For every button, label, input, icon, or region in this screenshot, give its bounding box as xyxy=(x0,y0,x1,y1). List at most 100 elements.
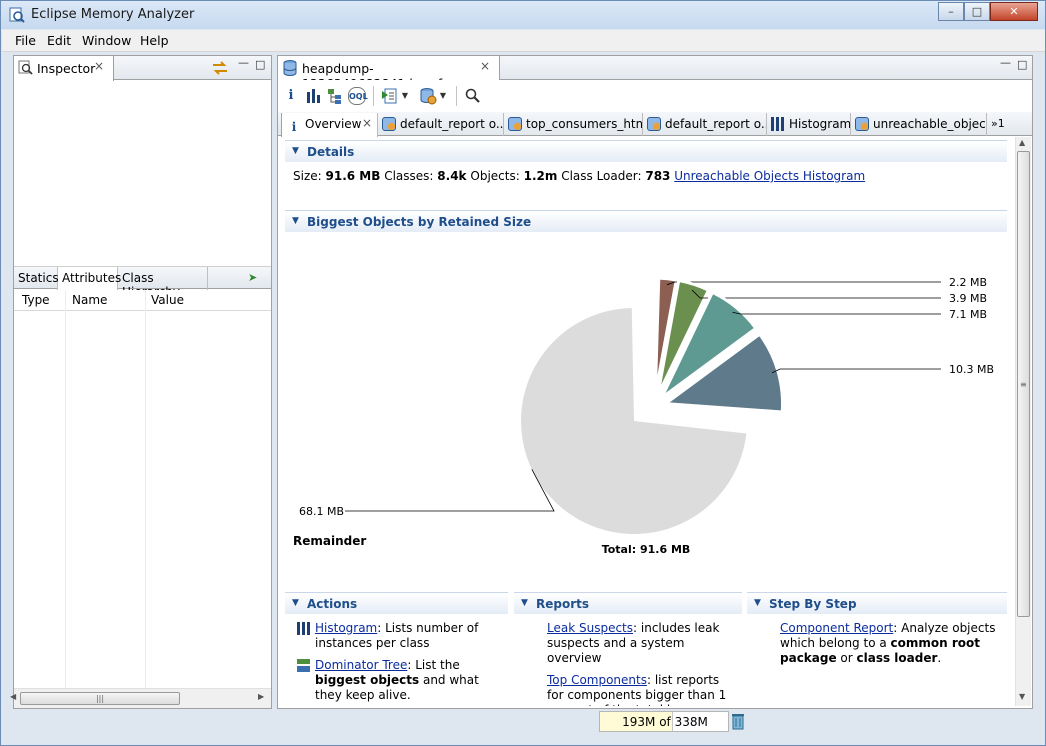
heapdump-editor: heapdump-1236349682841.hprof × — □ i OQL… xyxy=(277,55,1033,709)
step-by-step-list: Component Report: Analyze objects which … xyxy=(780,621,1000,673)
heap-details: Size: 91.6 MB Classes: 8.4k Objects: 1.2… xyxy=(293,169,865,183)
scroll-right-icon[interactable]: ▶ xyxy=(258,692,264,701)
heap-status[interactable]: 193M of 338M xyxy=(599,711,729,732)
close-tab-icon[interactable]: × xyxy=(362,116,372,130)
inspector-icon xyxy=(18,60,33,75)
pie-slice-label: 10.3 MB xyxy=(949,363,994,376)
close-button[interactable]: ✕ xyxy=(990,2,1038,21)
action-item: Dominator Tree: List the biggest objects… xyxy=(297,658,502,703)
run-gc-trash-icon[interactable] xyxy=(731,712,745,730)
editor-toolbar: i OQL ▼ ▼ xyxy=(278,80,1032,110)
info-icon: i xyxy=(291,120,297,134)
status-bar: 193M of 338M xyxy=(2,711,1045,745)
tab-top-consumers-html[interactable]: top_consumers_html xyxy=(504,113,643,136)
tab-overview-label: Overview xyxy=(305,117,362,131)
reports-title: Reports xyxy=(536,597,590,611)
pie-leader-line xyxy=(691,289,941,299)
db-icon xyxy=(382,117,396,131)
tab-histogram-label: Histogram xyxy=(789,117,851,131)
db-icon xyxy=(508,117,522,131)
tab-unreachable-objects[interactable]: unreachable_objects xyxy=(851,113,987,136)
objects-label: Objects: xyxy=(470,169,520,183)
close-tab-icon[interactable]: × xyxy=(94,59,104,73)
collapse-triangle-icon: ▼ xyxy=(521,598,528,608)
memory-analyzer-app-icon xyxy=(9,7,25,23)
app-window: Eclipse Memory Analyzer – □ ✕ File Edit … xyxy=(0,0,1046,746)
editor-tab-bar: heapdump-1236349682841.hprof × — □ xyxy=(278,56,1032,91)
menu-help[interactable]: Help xyxy=(140,33,169,48)
search-icon[interactable] xyxy=(464,87,482,105)
query-browser-icon[interactable] xyxy=(419,87,437,105)
pie-leader-line xyxy=(666,281,941,286)
histogram-icon[interactable] xyxy=(304,87,322,105)
collapse-triangle-icon: ▼ xyxy=(292,216,299,226)
maximize-editor-icon[interactable]: □ xyxy=(1017,58,1027,71)
tab-statics[interactable]: Statics xyxy=(14,267,59,290)
scroll-up-icon[interactable]: ▲ xyxy=(1019,138,1025,147)
menu-file[interactable]: File xyxy=(15,33,36,48)
column-type[interactable]: Type xyxy=(22,293,50,307)
action-link[interactable]: Histogram xyxy=(315,621,377,635)
pie-leader-line xyxy=(771,368,941,374)
tab-top-consumers-label: top_consumers_html xyxy=(526,117,643,131)
oql-icon[interactable]: OQL xyxy=(348,87,368,105)
class-loader-value: 783 xyxy=(645,169,671,183)
reports-section-header[interactable]: ▼ Reports xyxy=(514,592,742,614)
attributes-table-header: Type Name Value xyxy=(14,290,271,311)
run-report-dropdown-icon[interactable]: ▼ xyxy=(400,87,410,105)
column-value[interactable]: Value xyxy=(151,293,184,307)
menu-window[interactable]: Window xyxy=(82,33,131,48)
tab-unreachable-objects-label: unreachable_objects xyxy=(873,117,987,131)
menu-bar: File Edit Window Help xyxy=(2,30,1045,52)
pie-total-label: Total: 91.6 MB xyxy=(602,543,691,556)
remainder-label: Remainder xyxy=(293,534,367,548)
class-loader-label: Class Loader: xyxy=(561,169,642,183)
minimize-editor-icon[interactable]: — xyxy=(1000,56,1011,69)
menu-edit[interactable]: Edit xyxy=(47,33,71,48)
step-link[interactable]: Component Report xyxy=(780,621,893,635)
actions-section-header[interactable]: ▼ Actions xyxy=(285,592,508,614)
more-tabs-chevron[interactable]: »1 xyxy=(987,113,1017,136)
scrollbar-thumb[interactable]: ||| xyxy=(20,692,180,705)
collapse-triangle-icon: ▼ xyxy=(292,146,299,156)
dominator-tree-icon[interactable] xyxy=(326,87,344,105)
maximize-view-icon[interactable]: □ xyxy=(255,58,265,71)
maximize-button[interactable]: □ xyxy=(964,2,990,21)
tab-default-report-2[interactable]: default_report o... xyxy=(643,113,767,136)
details-title: Details xyxy=(307,145,355,159)
tab-histogram[interactable]: Histogram xyxy=(767,113,851,136)
scroll-down-icon[interactable]: ▼ xyxy=(1019,692,1025,701)
unreachable-objects-histogram-link[interactable]: Unreachable Objects Histogram xyxy=(674,169,865,183)
biggest-objects-section-header[interactable]: ▼ Biggest Objects by Retained Size xyxy=(285,210,1007,232)
report-link[interactable]: Leak Suspects xyxy=(547,621,633,635)
tab-heapdump[interactable]: heapdump-1236349682841.hprof × xyxy=(278,56,500,91)
tab-attributes[interactable]: Attributes xyxy=(58,267,121,291)
pie-slice-label: 7.1 MB xyxy=(949,308,987,321)
horizontal-scrollbar[interactable]: ||| ◀ ▶ xyxy=(10,688,271,708)
action-link[interactable]: Dominator Tree xyxy=(315,658,407,672)
run-report-icon[interactable] xyxy=(381,87,399,105)
report-link[interactable]: Top Components xyxy=(547,673,647,687)
details-section-header[interactable]: ▼ Details xyxy=(285,140,1007,162)
tab-default-report-1-label: default_report o... xyxy=(400,117,504,131)
minimize-button[interactable]: – xyxy=(938,2,964,21)
scroll-left-icon[interactable]: ◀ xyxy=(10,692,16,701)
tab-class-hierarchy[interactable]: Class Hierarchy xyxy=(118,267,208,299)
scrollbar-thumb[interactable]: ≡ xyxy=(1017,151,1030,617)
minimize-view-icon[interactable]: — xyxy=(238,56,249,69)
step-by-step-section-header[interactable]: ▼ Step By Step xyxy=(747,592,1007,614)
classes-value: 8.4k xyxy=(437,169,467,183)
tab-default-report-1[interactable]: default_report o... xyxy=(378,113,504,136)
tab-overview[interactable]: i Overview × xyxy=(281,113,378,137)
link-with-selection-icon[interactable] xyxy=(211,60,229,76)
histogram-icon xyxy=(771,117,785,131)
vertical-scrollbar[interactable]: ▲ ≡ ▼ xyxy=(1015,137,1031,706)
tab-inspector[interactable]: Inspector × xyxy=(14,56,114,81)
close-tab-icon[interactable]: × xyxy=(480,59,490,73)
column-name[interactable]: Name xyxy=(72,293,107,307)
step-by-step-title: Step By Step xyxy=(769,597,857,611)
pin-icon[interactable]: ➤ xyxy=(248,271,257,284)
query-browser-dropdown-icon[interactable]: ▼ xyxy=(438,87,448,105)
overview-info-icon[interactable]: i xyxy=(282,87,300,105)
collapse-triangle-icon: ▼ xyxy=(292,598,299,608)
